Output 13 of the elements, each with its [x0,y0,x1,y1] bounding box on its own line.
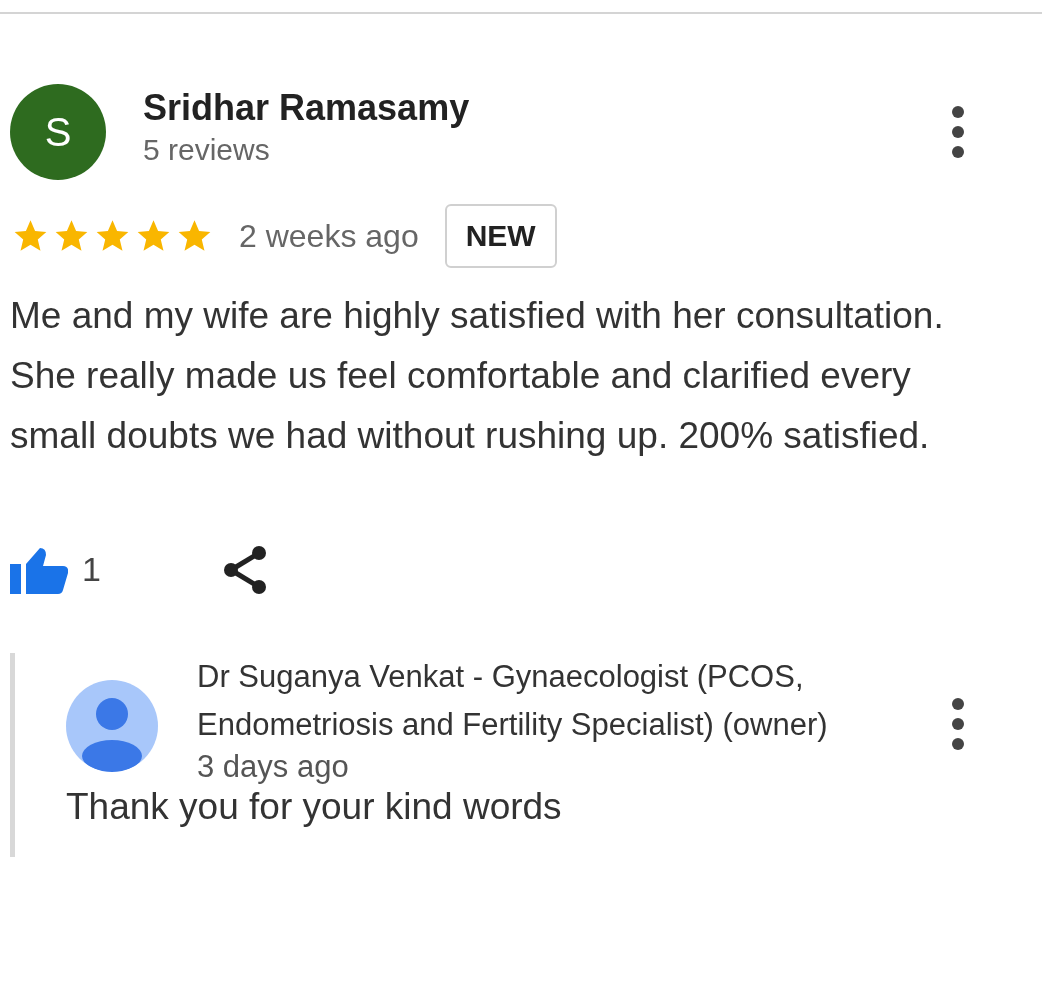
reviewer-name: Sridhar Ramasamy [143,86,471,130]
like-count: 1 [82,549,101,590]
more-options-icon[interactable] [950,106,966,158]
review-text: Me and my wife are highly satisfied with her consultation. She really made us feel comfortable and clarified every small doubts we had without rushing up. 200% satisfied. [10,294,945,458]
thumbs-up-icon[interactable] [10,545,68,594]
reply-date: 3 days ago [197,749,350,785]
new-tag: NEW [444,204,557,268]
owner-name: Dr Suganya Venkat - Gynaecologist (PCOS, Endometriosis and Fertility Specialist) (owner) [197,658,829,744]
review-count: 5 reviews [143,132,271,168]
more-options-icon[interactable] [950,698,966,750]
reply-text: Thank you for your kind words [66,785,563,829]
review-date: 2 weeks ago [239,217,419,256]
avatar: S [10,84,106,180]
